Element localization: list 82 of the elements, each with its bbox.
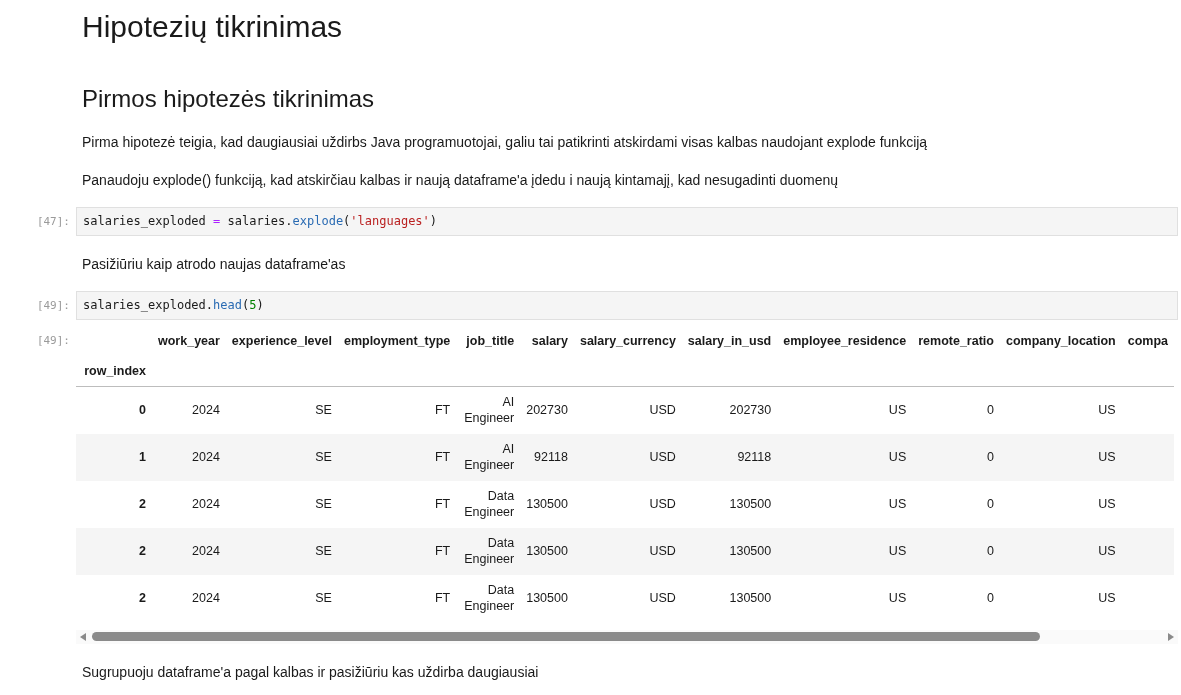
notebook-heading: Hipotezių tikrinimas xyxy=(82,9,343,45)
row-index: 1 xyxy=(76,433,152,481)
table-cell: 0 xyxy=(912,386,1000,434)
column-header: remote_ratio xyxy=(917,333,995,350)
markdown-text: Pirma hipotezė teigia, kad daugiausiai uždirbs Java programuotojai, galiu tai patikrinti atskirdami visas kalbas naudojant explode funkciją xyxy=(82,133,928,152)
table-cell: SE xyxy=(225,480,338,528)
row-index: 2 xyxy=(76,527,152,575)
markdown-text: Pasižiūriu kaip atrodo naujas dataframe'as xyxy=(82,255,346,274)
table-cell: US xyxy=(999,480,1122,528)
table-cell: 0 xyxy=(912,433,1000,481)
execution-count: [47]: xyxy=(36,214,71,230)
table-cell: SE xyxy=(225,433,338,481)
table-cell: SE xyxy=(225,574,338,622)
table-cell: USD xyxy=(573,386,682,434)
table-cell: USD xyxy=(573,480,682,528)
row-index: 0 xyxy=(76,386,152,434)
table-cell: FT xyxy=(337,480,457,528)
table-cell: US xyxy=(777,433,913,481)
table-cell: 130500 xyxy=(520,527,574,575)
scroll-right-icon[interactable] xyxy=(1168,632,1174,641)
table-cell: USD xyxy=(573,527,682,575)
execution-count: [49]: xyxy=(36,298,71,314)
execution-count: [49]: xyxy=(36,333,71,349)
table-cell: 2024 xyxy=(152,574,226,622)
column-header: compa xyxy=(1126,333,1169,350)
column-header: salary xyxy=(530,333,569,350)
table-cell: 130500 xyxy=(681,574,778,622)
section-heading: Pirmos hipotezės tikrinimas xyxy=(82,84,375,114)
table-cell: FT xyxy=(337,386,457,434)
table-cell: 92118 xyxy=(681,433,778,481)
table-cell: US xyxy=(777,527,913,575)
column-header: company_location xyxy=(1004,333,1117,350)
column-header: salary_currency xyxy=(578,333,677,350)
table-cell: AI Engineer xyxy=(456,386,521,434)
markdown-text: Panaudoju explode() funkciją, kad atskirčiau kalbas ir naują dataframe'a įdedu i naują kintamajį, kad nesugadinti duomenų xyxy=(82,171,839,190)
table-cell: FT xyxy=(337,574,457,622)
table-cell: US xyxy=(999,574,1122,622)
table-cell: Data Engineer xyxy=(456,574,521,622)
table-cell: USD xyxy=(573,574,682,622)
column-header: work_year xyxy=(157,333,221,350)
scrollbar-thumb[interactable] xyxy=(92,632,1040,641)
table-cell: 202730 xyxy=(520,386,574,434)
table-cell: 130500 xyxy=(520,480,574,528)
column-header: salary_in_usd xyxy=(686,333,773,350)
table-cell: 202730 xyxy=(681,386,778,434)
table-cell: USD xyxy=(573,433,682,481)
table-cell: 92118 xyxy=(520,433,574,481)
table-cell: US xyxy=(999,386,1122,434)
table-cell: 130500 xyxy=(681,480,778,528)
column-header: job_title xyxy=(465,333,516,350)
table-cell: US xyxy=(999,433,1122,481)
table-cell: 2024 xyxy=(152,386,226,434)
table-cell: US xyxy=(777,574,913,622)
column-header: employment_type xyxy=(342,333,452,350)
column-header: employee_residence xyxy=(782,333,908,350)
table-cell: US xyxy=(999,527,1122,575)
table-cell: 0 xyxy=(912,527,1000,575)
row-index: 2 xyxy=(76,574,152,622)
table-cell: 130500 xyxy=(520,574,574,622)
table-cell: FT xyxy=(337,433,457,481)
code-cell[interactable]: salaries_exploded = salaries.explode('languages') xyxy=(76,207,1178,236)
column-header: experience_level xyxy=(230,333,333,350)
horizontal-scrollbar[interactable] xyxy=(76,629,1178,644)
table-cell: FT xyxy=(337,527,457,575)
code-cell[interactable]: salaries_exploded.head(5) xyxy=(76,291,1178,320)
table-cell: 0 xyxy=(912,480,1000,528)
table-cell: 2024 xyxy=(152,527,226,575)
table-cell: Data Engineer xyxy=(456,527,521,575)
markdown-text: Sugrupuoju dataframe'a pagal kalbas ir pasižiūriu kas uždirba daugiausiai xyxy=(82,662,539,682)
table-cell: 2024 xyxy=(152,433,226,481)
table-cell: AI Engineer xyxy=(456,433,521,481)
row-index: 2 xyxy=(76,480,152,528)
table-cell: 2024 xyxy=(152,480,226,528)
table-cell: SE xyxy=(225,386,338,434)
table-cell: SE xyxy=(225,527,338,575)
index-header: row_index xyxy=(76,356,152,387)
table-cell: 130500 xyxy=(681,527,778,575)
scroll-left-icon[interactable] xyxy=(80,632,86,641)
table-cell: Data Engineer xyxy=(456,480,521,528)
table-cell: US xyxy=(777,480,913,528)
table-cell: US xyxy=(777,386,913,434)
table-cell: 0 xyxy=(912,574,1000,622)
